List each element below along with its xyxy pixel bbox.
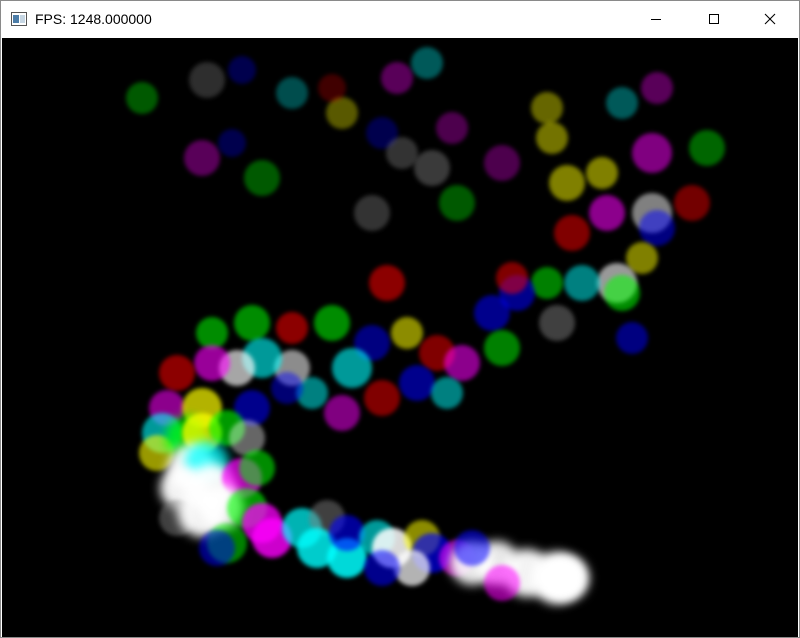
particle xyxy=(318,74,346,102)
particle xyxy=(436,112,468,144)
particle xyxy=(184,140,220,176)
render-canvas[interactable] xyxy=(2,38,798,637)
particle xyxy=(199,530,235,566)
particle xyxy=(474,295,510,331)
particle xyxy=(639,210,675,246)
particle xyxy=(539,305,575,341)
particle xyxy=(314,305,350,341)
particle xyxy=(689,130,725,166)
particle xyxy=(324,395,360,431)
particle xyxy=(228,56,256,84)
particle xyxy=(159,355,195,391)
particle xyxy=(589,195,625,231)
particle xyxy=(586,157,618,189)
particle xyxy=(414,150,450,186)
particle xyxy=(604,275,640,311)
particle xyxy=(271,372,303,404)
particle xyxy=(496,262,528,294)
particle xyxy=(386,137,418,169)
particle xyxy=(239,450,275,486)
particle xyxy=(196,317,228,349)
particle xyxy=(364,380,400,416)
particle xyxy=(391,317,423,349)
particle xyxy=(444,345,480,381)
particle xyxy=(632,133,672,173)
particle xyxy=(606,87,638,119)
particle-scene xyxy=(2,38,798,637)
particle xyxy=(545,556,589,600)
particle xyxy=(616,322,648,354)
particle xyxy=(399,365,435,401)
particle xyxy=(126,82,158,114)
app-window-icon xyxy=(11,12,27,26)
particle xyxy=(194,345,230,381)
particle xyxy=(674,185,710,221)
close-icon xyxy=(764,13,776,25)
particle xyxy=(484,565,520,601)
close-button[interactable] xyxy=(741,1,799,37)
particle xyxy=(439,185,475,221)
particle xyxy=(329,515,365,551)
minimize-icon xyxy=(651,19,661,20)
particle xyxy=(276,77,308,109)
particle xyxy=(369,265,405,301)
particle xyxy=(484,145,520,181)
particle xyxy=(531,92,563,124)
particle xyxy=(276,312,308,344)
particle xyxy=(454,530,490,566)
particle xyxy=(564,265,600,301)
particle xyxy=(411,47,443,79)
particle xyxy=(332,348,372,388)
particle xyxy=(531,267,563,299)
particle xyxy=(549,165,585,201)
particle xyxy=(218,129,246,157)
particle xyxy=(189,62,225,98)
particle xyxy=(641,72,673,104)
particle xyxy=(244,160,280,196)
title-bar[interactable]: FPS: 1248.000000 xyxy=(1,1,799,37)
maximize-icon xyxy=(709,14,719,24)
particle xyxy=(354,195,390,231)
particle xyxy=(536,122,568,154)
particle xyxy=(364,550,400,586)
particle xyxy=(431,377,463,409)
particle xyxy=(484,330,520,366)
particle xyxy=(381,62,413,94)
particle xyxy=(234,305,270,341)
minimize-button[interactable] xyxy=(627,1,685,37)
maximize-button[interactable] xyxy=(685,1,743,37)
window-title: FPS: 1248.000000 xyxy=(35,11,152,27)
particle xyxy=(554,215,590,251)
app-window: FPS: 1248.000000 xyxy=(0,0,800,638)
